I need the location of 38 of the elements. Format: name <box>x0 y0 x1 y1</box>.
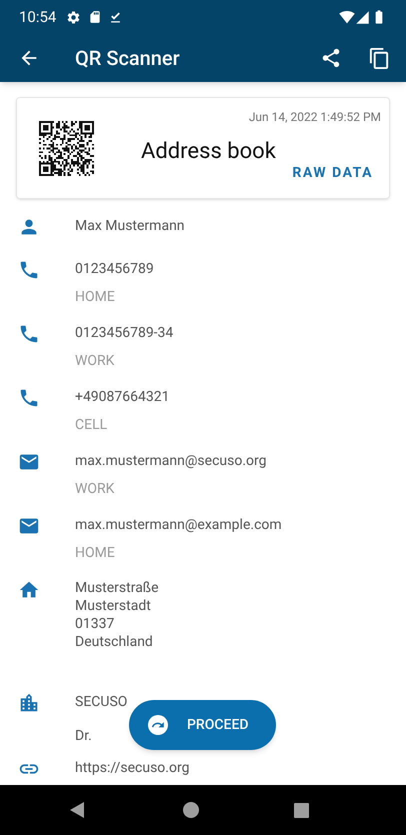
copy-icon <box>368 46 390 70</box>
contact-title: Dr. <box>75 727 93 746</box>
app-title: QR Scanner <box>75 45 180 72</box>
redo-icon <box>148 715 168 735</box>
contact-value: https://secuso.org <box>75 759 190 778</box>
sd-card-icon <box>88 10 102 24</box>
contact-value: 0123456789-34 <box>75 324 174 343</box>
raw-data-button[interactable]: RAW DATA <box>292 163 373 184</box>
building-icon <box>18 692 40 714</box>
qr-code-icon <box>39 121 94 176</box>
contact-value: SECUSO <box>75 693 128 712</box>
phone-icon <box>18 323 40 345</box>
contact-value: Musterstadt <box>75 597 152 615</box>
contact-value: 0123456789 <box>75 260 154 279</box>
cellular-signal-icon <box>355 10 370 24</box>
clock: 10:54 <box>19 6 56 28</box>
overview-square-icon[interactable] <box>294 802 308 818</box>
timestamp: Jun 14, 2022 1:49:52 PM <box>248 109 381 126</box>
contact-label: HOME <box>75 544 116 563</box>
wifi-icon <box>339 9 355 25</box>
contact-value: Deutschland <box>75 633 154 651</box>
contact-value: Max Mustermann <box>75 217 185 236</box>
contact-value: Musterstraße <box>75 579 159 597</box>
contact-value: max.mustermann@example.com <box>75 516 282 535</box>
contact-label: HOME <box>75 288 116 307</box>
contact-label: CELL <box>75 416 108 435</box>
phone-icon <box>18 259 40 281</box>
contact-value: max.mustermann@secuso.org <box>75 452 266 471</box>
phone-icon <box>18 387 40 409</box>
settings-icon <box>66 10 82 24</box>
back-triangle-icon[interactable] <box>70 802 84 818</box>
contact-label: WORK <box>75 480 116 499</box>
contact-value: 01337 <box>75 615 116 633</box>
share-icon <box>320 47 342 69</box>
proceed-button[interactable]: PROCEED <box>129 700 276 750</box>
result-type: Address book <box>141 138 276 166</box>
contact-label: WORK <box>75 352 116 371</box>
contact-value: +49087664321 <box>75 388 170 407</box>
